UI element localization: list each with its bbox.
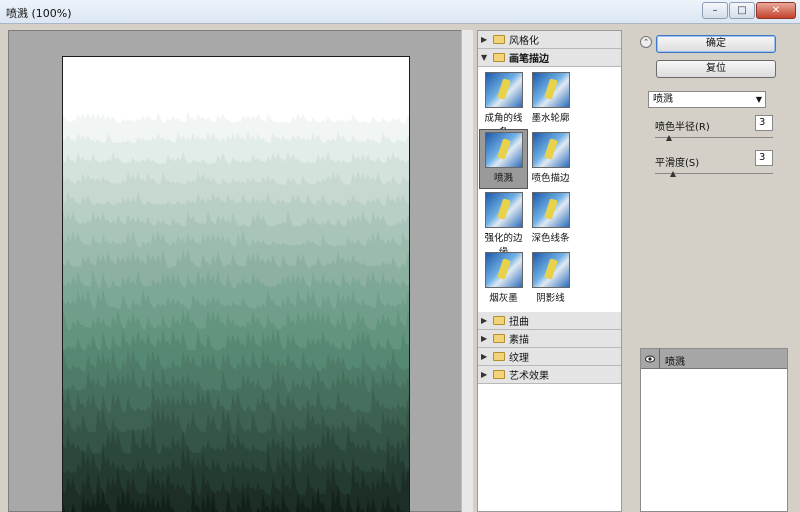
- preview-area[interactable]: [8, 30, 473, 512]
- window-title: 喷溅 (100%): [6, 7, 72, 20]
- category-artistic[interactable]: ▶ 艺术效果: [478, 366, 621, 384]
- smoothness-slider-thumb[interactable]: [669, 171, 676, 177]
- filter-preview-thumbnail: [531, 192, 570, 228]
- thumb-label: 烟灰墨: [489, 293, 518, 304]
- expand-triangle-icon: ▶: [481, 370, 488, 379]
- maximize-button[interactable]: □: [729, 2, 755, 19]
- thumb-label: 喷溅: [493, 173, 513, 184]
- window-titlebar: 喷溅 (100%) – □ ✕: [0, 0, 800, 24]
- category-distort[interactable]: ▶ 扭曲: [478, 312, 621, 330]
- forest-preview-image: [63, 92, 409, 512]
- effect-layers-panel: 喷溅: [640, 348, 788, 512]
- category-label: 风格化: [509, 36, 539, 47]
- folder-icon: [493, 370, 505, 379]
- chevron-double-up-icon[interactable]: ⌃: [640, 36, 652, 48]
- category-label: 艺术效果: [509, 371, 549, 382]
- folder-icon: [493, 352, 505, 361]
- folder-icon: [493, 316, 505, 325]
- folder-icon: [493, 334, 505, 343]
- folder-icon: [493, 53, 505, 62]
- chevron-down-icon: ▼: [755, 95, 762, 104]
- filter-preview-thumbnail: [531, 72, 570, 108]
- filter-preview-thumbnail: [484, 252, 523, 288]
- category-stylize[interactable]: ▶ 风格化: [478, 31, 621, 49]
- filter-thumb-sprayed-strokes[interactable]: 喷色描边: [527, 130, 574, 188]
- filter-preview-thumbnail: [531, 252, 570, 288]
- preview-canvas[interactable]: [62, 56, 410, 512]
- folder-icon: [493, 35, 505, 44]
- effect-layer-label: 喷溅: [665, 357, 685, 368]
- spray-radius-input[interactable]: 3: [755, 115, 773, 131]
- filter-type-select[interactable]: 喷溅 ▼: [648, 91, 766, 108]
- close-button[interactable]: ✕: [756, 2, 796, 19]
- collapse-triangle-icon: ▼: [481, 53, 488, 62]
- reset-button[interactable]: 复位: [656, 60, 776, 78]
- ok-button[interactable]: 确定: [656, 35, 776, 53]
- category-label: 纹理: [509, 353, 529, 364]
- thumb-label: 喷色描边: [531, 173, 570, 184]
- window-controls: – □ ✕: [701, 2, 796, 19]
- minimize-button[interactable]: –: [702, 2, 728, 19]
- spray-radius-label: 喷色半径(R): [655, 122, 710, 133]
- category-texture[interactable]: ▶ 纹理: [478, 348, 621, 366]
- thumb-label: 深色线条: [531, 233, 570, 244]
- filter-thumb-ink-outlines[interactable]: 墨水轮廓: [527, 70, 574, 128]
- thumb-label: 阴影线: [536, 293, 565, 304]
- spray-radius-slider-thumb[interactable]: [666, 135, 673, 141]
- filter-thumb-spatter[interactable]: 喷溅: [479, 129, 528, 189]
- filter-thumb-sumi-e[interactable]: 烟灰墨: [480, 250, 527, 308]
- spray-radius-slider[interactable]: [655, 137, 773, 138]
- divider: [659, 349, 660, 369]
- expand-triangle-icon: ▶: [481, 334, 488, 343]
- filter-preview-thumbnail: [531, 132, 570, 168]
- category-label: 画笔描边: [509, 54, 549, 65]
- category-label: 扭曲: [509, 317, 529, 328]
- expand-triangle-icon: ▶: [481, 35, 488, 44]
- filter-thumb-angled-strokes[interactable]: 成角的线条: [480, 70, 527, 138]
- thumb-label: 墨水轮廓: [531, 113, 570, 124]
- category-label: 素描: [509, 335, 529, 346]
- category-sketch[interactable]: ▶ 素描: [478, 330, 621, 348]
- smoothness-label: 平滑度(S): [655, 158, 700, 169]
- preview-vertical-scrollbar[interactable]: [461, 30, 473, 512]
- filter-thumb-dark-strokes[interactable]: 深色线条: [527, 190, 574, 248]
- filter-thumbnails: 成角的线条 墨水轮廓 喷溅 喷色描边 强化的边缘 深色线条 烟灰墨 阴影线: [478, 67, 621, 312]
- filter-thumb-crosshatch[interactable]: 阴影线: [527, 250, 574, 308]
- effect-layer-row[interactable]: 喷溅: [641, 349, 787, 369]
- category-brush-strokes[interactable]: ▼ 画笔描边: [478, 49, 621, 67]
- filter-preview-thumbnail: [484, 192, 523, 228]
- filter-thumb-accented-edges[interactable]: 强化的边缘: [480, 190, 527, 258]
- filter-gallery: ▶ 风格化 ▼ 画笔描边 成角的线条 墨水轮廓 喷溅 喷色描边 强化的边缘: [477, 30, 622, 512]
- eye-icon[interactable]: [645, 354, 655, 364]
- filter-preview-thumbnail: [484, 132, 523, 168]
- filter-preview-thumbnail: [484, 72, 523, 108]
- filter-select-value: 喷溅: [653, 94, 673, 105]
- expand-triangle-icon: ▶: [481, 316, 488, 325]
- smoothness-input[interactable]: 3: [755, 150, 773, 166]
- expand-triangle-icon: ▶: [481, 352, 488, 361]
